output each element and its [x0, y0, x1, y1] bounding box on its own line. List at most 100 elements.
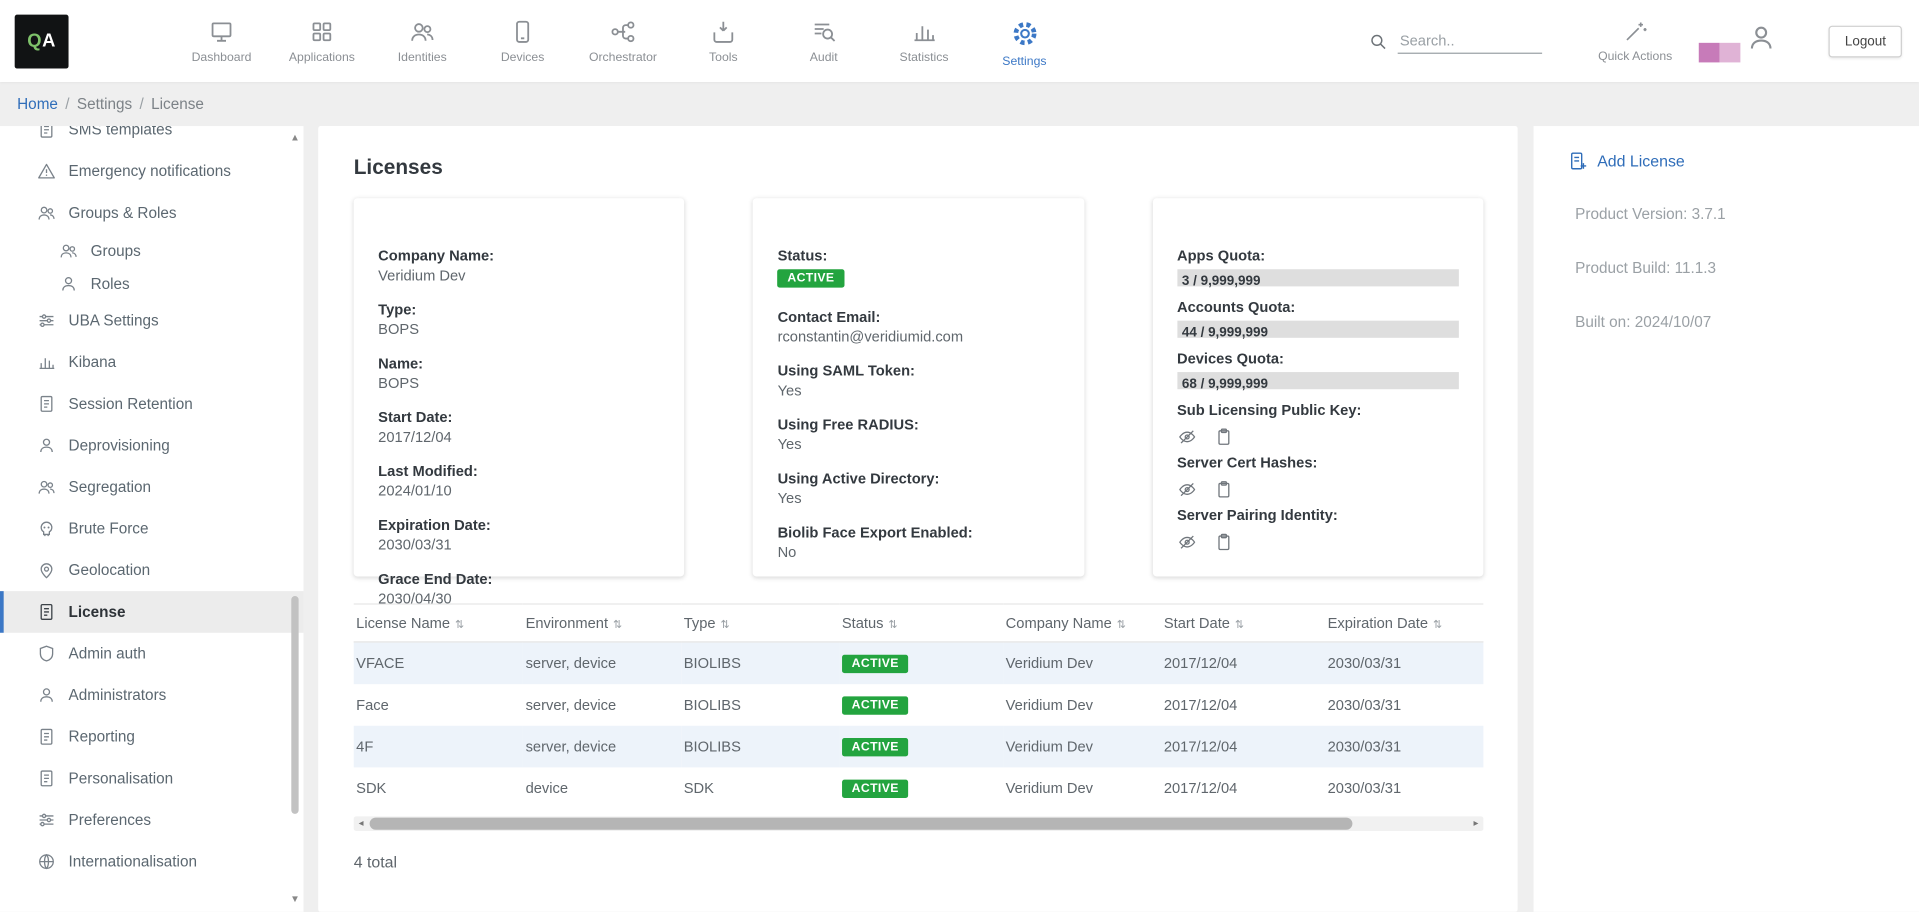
scroll-left-arrow-icon[interactable]: ◂ [354, 816, 369, 831]
scroll-down-arrow-icon[interactable]: ▼ [288, 892, 303, 907]
skull-icon [37, 519, 57, 539]
copy-clipboard-icon[interactable] [1214, 532, 1234, 552]
cell-license-name: SDK [354, 767, 523, 809]
sidebar-item-label: License [69, 603, 126, 620]
user-icon [1746, 22, 1778, 54]
settings-gear-icon [1009, 18, 1040, 49]
breadcrumb-settings[interactable]: Settings [77, 95, 132, 112]
user-avatar[interactable] [1746, 22, 1778, 60]
nav-label: Dashboard [192, 51, 252, 64]
licenses-table: License Name⇅ Environment⇅ Type⇅ Status⇅… [354, 603, 1484, 809]
cell-type: BIOLIBS [681, 726, 839, 768]
apps-quota: Apps Quota: 3 / 9,999,999 [1177, 247, 1459, 286]
sidebar-scrollbar-thumb[interactable] [291, 597, 298, 814]
sidebar-item-license[interactable]: License [0, 591, 304, 633]
nav-item-dashboard[interactable]: Dashboard [171, 13, 271, 68]
quota-value: 44 / 9,999,999 [1177, 326, 1268, 341]
col-status[interactable]: Status⇅ [839, 604, 1003, 642]
copy-clipboard-icon[interactable] [1214, 480, 1234, 500]
search-icon[interactable] [1368, 31, 1388, 51]
nav-item-orchestrator[interactable]: Orchestrator [573, 13, 673, 68]
add-license-icon [1568, 151, 1589, 172]
sidebar-item-personalisation[interactable]: Personalisation [0, 758, 304, 800]
sidebar-item-kibana[interactable]: Kibana [0, 341, 304, 383]
scroll-up-arrow-icon[interactable]: ▲ [288, 131, 303, 146]
sidebar-item-deprovisioning[interactable]: Deprovisioning [0, 425, 304, 467]
deprovisioning-icon [37, 436, 57, 456]
app-logo[interactable]: QA [15, 14, 69, 68]
groups-roles-icon [37, 203, 57, 223]
uba-settings-icon [37, 311, 57, 331]
magic-wand-icon [1623, 19, 1647, 43]
nav-label: Devices [501, 51, 545, 64]
scroll-right-arrow-icon[interactable]: ▸ [1469, 816, 1484, 831]
nav-item-tools[interactable]: Tools [673, 13, 773, 68]
nav-item-devices[interactable]: Devices [472, 13, 572, 68]
sidebar-item-groups[interactable]: Groups [0, 234, 304, 267]
field-value: Yes [778, 436, 1060, 454]
sidebar-item-admin-auth[interactable]: Admin auth [0, 633, 304, 675]
quick-actions-button[interactable]: Quick Actions [1598, 19, 1672, 63]
status-badge: ACTIVE [842, 655, 909, 673]
nav-item-applications[interactable]: Applications [272, 13, 372, 68]
eye-off-icon[interactable] [1177, 532, 1197, 552]
table-row[interactable]: 4F server, device BIOLIBS ACTIVE Veridiu… [354, 726, 1484, 768]
field-contact-email: Contact Email: rconstantin@veridiumid.co… [778, 308, 1060, 346]
eye-off-icon[interactable] [1177, 480, 1197, 500]
col-license-name[interactable]: License Name⇅ [354, 604, 523, 642]
field-status: Status: ACTIVE [778, 247, 1060, 292]
tools-icon [710, 18, 737, 45]
search-input[interactable] [1397, 28, 1541, 54]
warning-triangle-icon [37, 162, 57, 182]
reporting-icon [37, 727, 57, 747]
roles-icon [59, 274, 79, 294]
copy-clipboard-icon[interactable] [1214, 427, 1234, 447]
sidebar-item-roles[interactable]: Roles [0, 267, 304, 300]
table-row[interactable]: VFACE server, device BIOLIBS ACTIVE Veri… [354, 642, 1484, 684]
sidebar-scrollbar[interactable]: ▲ ▼ [288, 131, 303, 907]
col-company-name[interactable]: Company Name⇅ [1003, 604, 1161, 642]
col-start-date[interactable]: Start Date⇅ [1161, 604, 1325, 642]
field-saml-token: Using SAML Token: Yes [778, 362, 1060, 400]
nav-item-audit[interactable]: Audit [774, 13, 874, 68]
sidebar-item-administrators[interactable]: Administrators [0, 674, 304, 716]
sidebar-item-groups-roles[interactable]: Groups & Roles [0, 192, 304, 234]
sidebar-item-brute-force[interactable]: Brute Force [0, 508, 304, 550]
devices-quota: Devices Quota: 68 / 9,999,999 [1177, 350, 1459, 389]
sidebar-item-internationalisation[interactable]: Internationalisation [0, 841, 304, 883]
logout-button[interactable]: Logout [1829, 25, 1902, 57]
sidebar-item-geolocation[interactable]: Geolocation [0, 550, 304, 592]
sidebar-item-segregation[interactable]: Segregation [0, 466, 304, 508]
sidebar-item-reporting[interactable]: Reporting [0, 716, 304, 758]
statistics-icon [911, 18, 938, 45]
eye-off-icon[interactable] [1177, 427, 1197, 447]
table-scrollbar-thumb[interactable] [370, 818, 1353, 830]
col-type[interactable]: Type⇅ [681, 604, 839, 642]
sidebar-item-session-retention[interactable]: Session Retention [0, 383, 304, 425]
sidebar-item-sms-templates[interactable]: SMS templates [0, 126, 304, 150]
sidebar-item-uba-settings[interactable]: UBA Settings [0, 300, 304, 342]
col-environment[interactable]: Environment⇅ [523, 604, 681, 642]
field-value: 2030/03/31 [378, 536, 660, 554]
sidebar-item-preferences[interactable]: Preferences [0, 799, 304, 841]
table-row[interactable]: SDK device SDK ACTIVE Veridium Dev 2017/… [354, 767, 1484, 809]
breadcrumb-home[interactable]: Home [17, 95, 58, 112]
table-row[interactable]: Face server, device BIOLIBS ACTIVE Verid… [354, 684, 1484, 726]
breadcrumb: Home / Settings / License [0, 82, 1919, 126]
field-start-date: Start Date: 2017/12/04 [378, 409, 660, 447]
map-pin-icon [37, 561, 57, 581]
field-value: 2017/12/04 [378, 428, 660, 446]
col-expiration-date[interactable]: Expiration Date⇅ [1325, 604, 1483, 642]
sidebar-item-emergency-notifications[interactable]: Emergency notifications [0, 151, 304, 193]
nav-item-settings[interactable]: Settings [974, 13, 1074, 68]
field-label: Start Date: [378, 409, 660, 427]
field-label: Using Free RADIUS: [778, 416, 1060, 434]
nav-item-identities[interactable]: Identities [372, 13, 472, 68]
field-label: Status: [778, 247, 1060, 265]
nav-label: Identities [398, 51, 447, 64]
table-horizontal-scrollbar[interactable]: ◂ ▸ [354, 816, 1484, 831]
nav-item-statistics[interactable]: Statistics [874, 13, 974, 68]
main-nav: Dashboard Applications Identities Device… [171, 13, 1074, 68]
quick-actions-label: Quick Actions [1598, 50, 1672, 63]
add-license-button[interactable]: Add License [1568, 151, 1895, 172]
